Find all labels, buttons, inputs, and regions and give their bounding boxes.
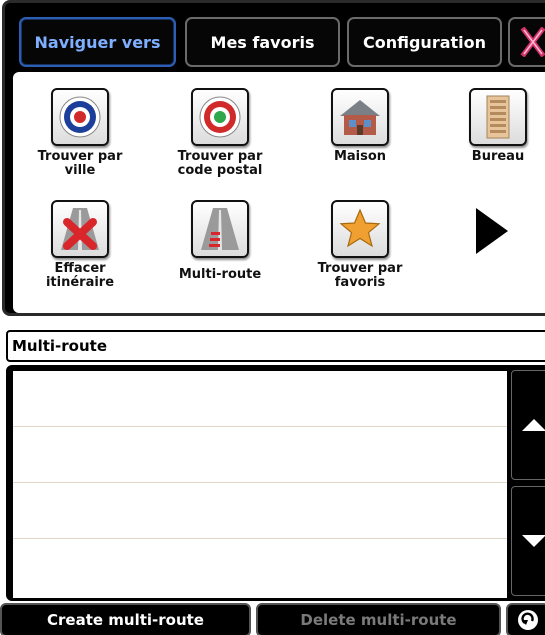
multi-route-list[interactable] <box>13 371 507 598</box>
tile-multi-route[interactable]: Multi-route <box>155 200 285 282</box>
delete-multi-route-button[interactable]: Delete multi-route <box>256 603 501 635</box>
arrow-up-icon <box>522 419 545 431</box>
tab-naviguer-vers[interactable]: Naviguer vers <box>19 17 176 67</box>
list-item[interactable] <box>13 371 507 427</box>
multi-route-header: Multi-route <box>6 330 545 362</box>
destination-grid: Trouver par ville Trouver par code posta… <box>13 72 545 313</box>
list-item[interactable] <box>13 483 507 539</box>
tile-trouver-par-code-postal[interactable]: Trouver par code postal <box>155 88 285 178</box>
tile-trouver-par-favoris[interactable]: Trouver par favoris <box>295 200 425 290</box>
arrow-down-icon <box>522 535 545 547</box>
tile-label: Multi-route <box>178 267 262 282</box>
tile-label: Trouver par ville <box>37 149 123 178</box>
clear-route-icon <box>51 200 109 258</box>
tile-label: Effacer itinéraire <box>45 261 115 290</box>
scroll-down-button[interactable] <box>511 486 545 596</box>
tile-maison[interactable]: Maison <box>295 88 425 164</box>
tile-label: Bureau <box>471 149 525 164</box>
back-button[interactable] <box>506 603 545 635</box>
scroll-up-button[interactable] <box>511 370 545 480</box>
tab-mes-favoris[interactable]: Mes favoris <box>185 17 340 67</box>
navigation-panel: Naviguer vers Mes favoris Configuration … <box>2 0 545 316</box>
back-arrow-icon <box>518 610 538 630</box>
tab-configuration[interactable]: Configuration <box>347 17 502 67</box>
next-page-arrow-icon[interactable] <box>472 206 512 256</box>
tile-label: Trouver par favoris <box>317 261 403 290</box>
create-multi-route-button[interactable]: Create multi-route <box>0 603 251 635</box>
tile-effacer-itineraire[interactable]: Effacer itinéraire <box>15 200 145 290</box>
close-x-icon <box>520 27 545 57</box>
tile-bureau[interactable]: Bureau <box>433 88 545 164</box>
tile-trouver-par-ville[interactable]: Trouver par ville <box>15 88 145 178</box>
tile-label: Maison <box>333 149 387 164</box>
target-blue-icon <box>51 88 109 146</box>
office-building-icon <box>469 88 527 146</box>
target-green-icon <box>191 88 249 146</box>
close-button[interactable] <box>508 17 545 67</box>
multi-route-icon <box>191 200 249 258</box>
tile-label: Trouver par code postal <box>177 149 263 178</box>
multi-route-list-container <box>6 365 545 601</box>
star-icon <box>331 200 389 258</box>
list-item[interactable] <box>13 427 507 483</box>
house-icon <box>331 88 389 146</box>
list-item[interactable] <box>13 539 507 595</box>
